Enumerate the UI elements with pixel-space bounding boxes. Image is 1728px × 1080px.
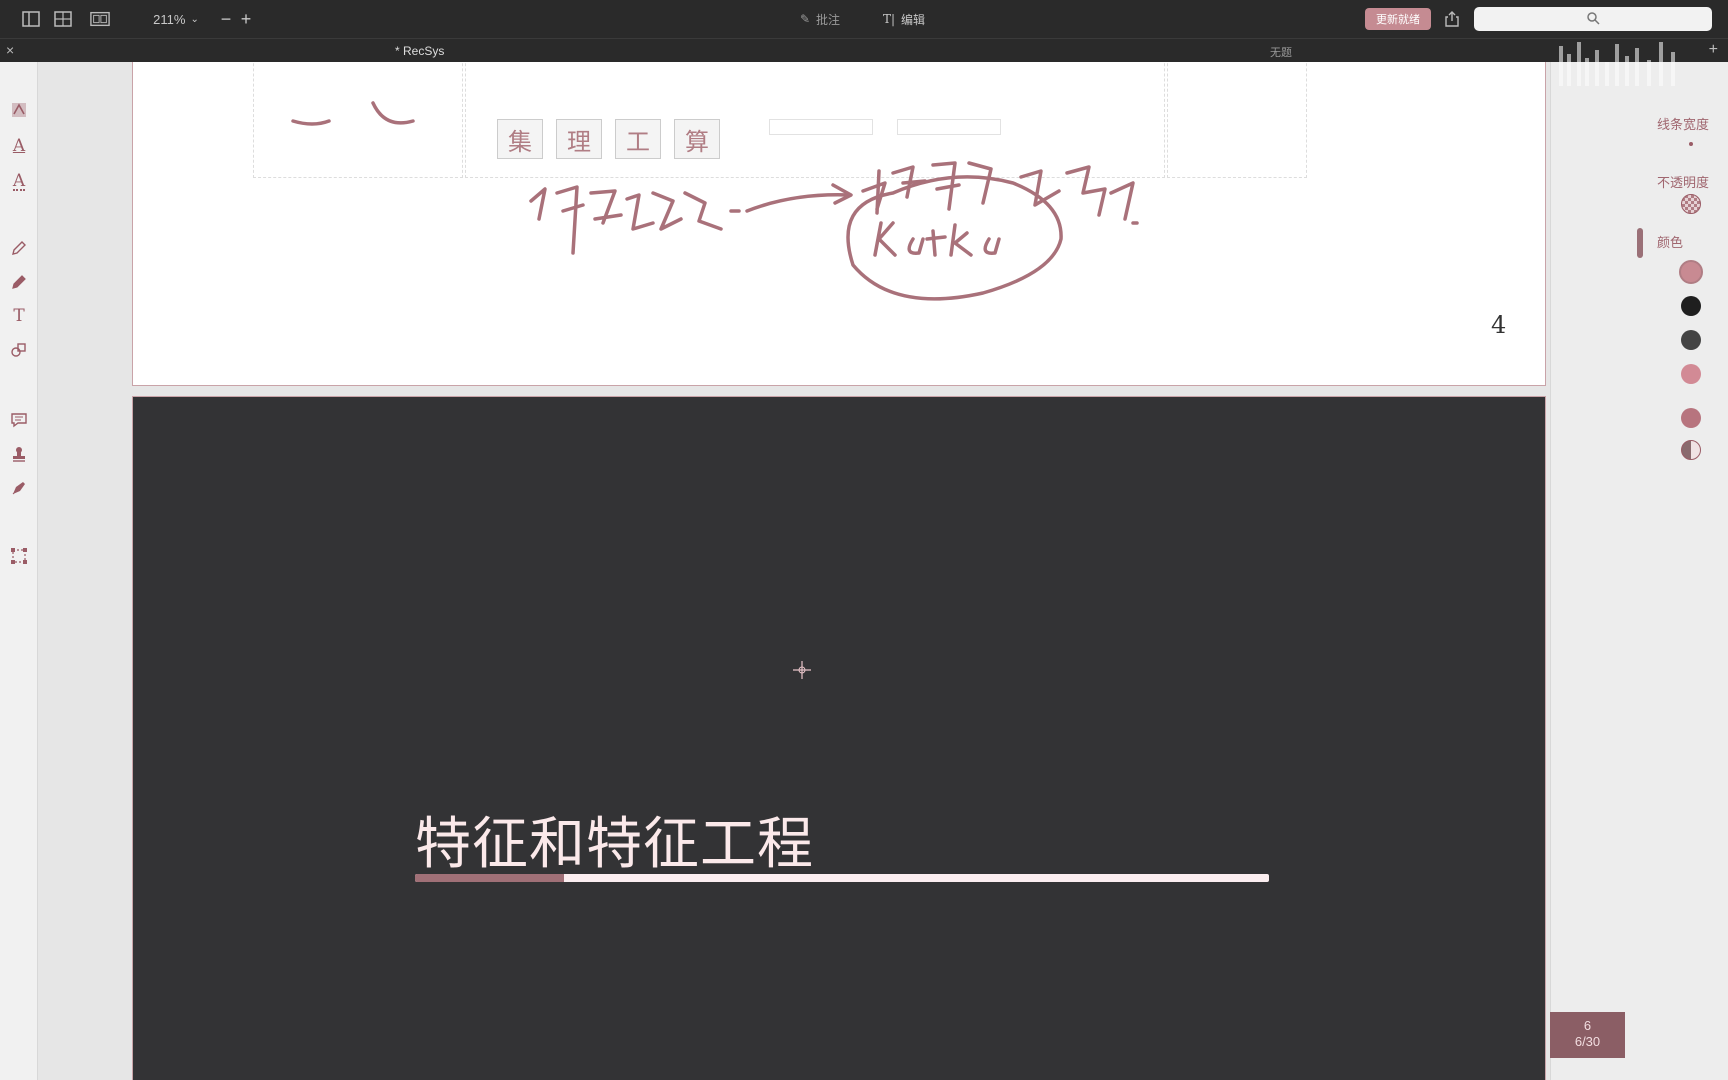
highlight-area-icon[interactable] [7,98,31,122]
tab-recsys[interactable]: * RecSys [395,44,444,58]
color-swatch[interactable] [1681,296,1701,316]
annotation-toolbar: A A T [0,62,38,1080]
progress-bar-fill [415,874,565,882]
properties-panel: 线条宽度 不透明度 颜色 [1550,62,1728,1080]
zoom-select[interactable]: 211% ⌄ [148,8,204,30]
annotate-label: 批注 [816,12,841,27]
scrollbar[interactable] [1637,228,1643,258]
sidebar-icon[interactable] [20,8,42,30]
pencil-icon[interactable] [7,236,31,260]
toolbar: 211% ⌄ − + ✎ 批注 T| 编辑 更新就绪 [0,0,1728,38]
edit-label: 编辑 [901,12,926,27]
slide-title: 特征和特征工程 [415,812,814,877]
page-indicator[interactable]: 6 6/30 [1550,1012,1625,1058]
page-5-slide: 特征和特征工程 [132,396,1546,1080]
page-4: 集 理 工 算 4 [132,62,1546,386]
grid-view-icon[interactable] [52,8,74,30]
opacity-swatch[interactable] [1681,194,1701,214]
watermark-logo [1559,42,1675,86]
handwritten-annotation [291,101,1139,301]
chevron-down-icon: ⌄ [190,13,199,25]
pen-icon: ✎ [799,12,811,26]
text-tool-icon[interactable]: T [7,304,31,328]
signature-pen-icon[interactable] [7,476,31,500]
document-canvas[interactable]: 集 理 工 算 4 特征和特征工程 [38,62,1550,1080]
tab-bar: × * RecSys 无题 + [0,38,1728,62]
page-position: 6/30 [1574,1034,1601,1049]
shapes-icon[interactable] [7,338,31,362]
zoom-out-button[interactable]: − [216,8,236,30]
progress-bar [415,874,1269,882]
line-width-label: 线条宽度 [1657,117,1710,132]
tab-untitled[interactable]: 无题 [1270,44,1292,60]
zoom-value: 211% [153,11,186,27]
current-page: 6 [1583,1018,1592,1033]
close-tab-icon[interactable]: × [6,42,14,58]
page-number: 4 [1491,311,1507,339]
color-swatch[interactable] [1681,330,1701,350]
color-swatch[interactable] [1681,408,1701,428]
color-label: 颜色 [1657,235,1684,250]
edit-button[interactable]: T| 编辑 [874,8,934,30]
share-icon[interactable] [1440,8,1464,30]
comment-icon[interactable] [7,408,31,432]
eraser-icon[interactable] [7,270,31,294]
color-swatch[interactable] [1681,364,1701,384]
line-width-dot[interactable] [1689,142,1693,146]
color-swatch-selected[interactable] [1679,260,1703,284]
text-cursor-icon: T| [882,12,896,26]
text-highlight-icon[interactable]: A [7,134,31,158]
two-page-icon[interactable] [88,8,112,30]
opacity-label: 不透明度 [1657,175,1710,190]
search-field[interactable] [1474,7,1712,31]
custom-color-swatch[interactable] [1681,440,1701,460]
text-underline-icon[interactable]: A [7,170,31,194]
new-tab-button[interactable]: + [1709,41,1718,59]
stamp-icon[interactable] [7,442,31,466]
zoom-in-button[interactable]: + [236,8,256,30]
crosshair-cursor-icon [793,661,811,679]
selection-icon[interactable] [7,544,31,568]
search-icon [1586,11,1600,28]
annotate-button[interactable]: ✎ 批注 [790,8,850,30]
update-ready-button[interactable]: 更新就绪 [1365,8,1431,30]
